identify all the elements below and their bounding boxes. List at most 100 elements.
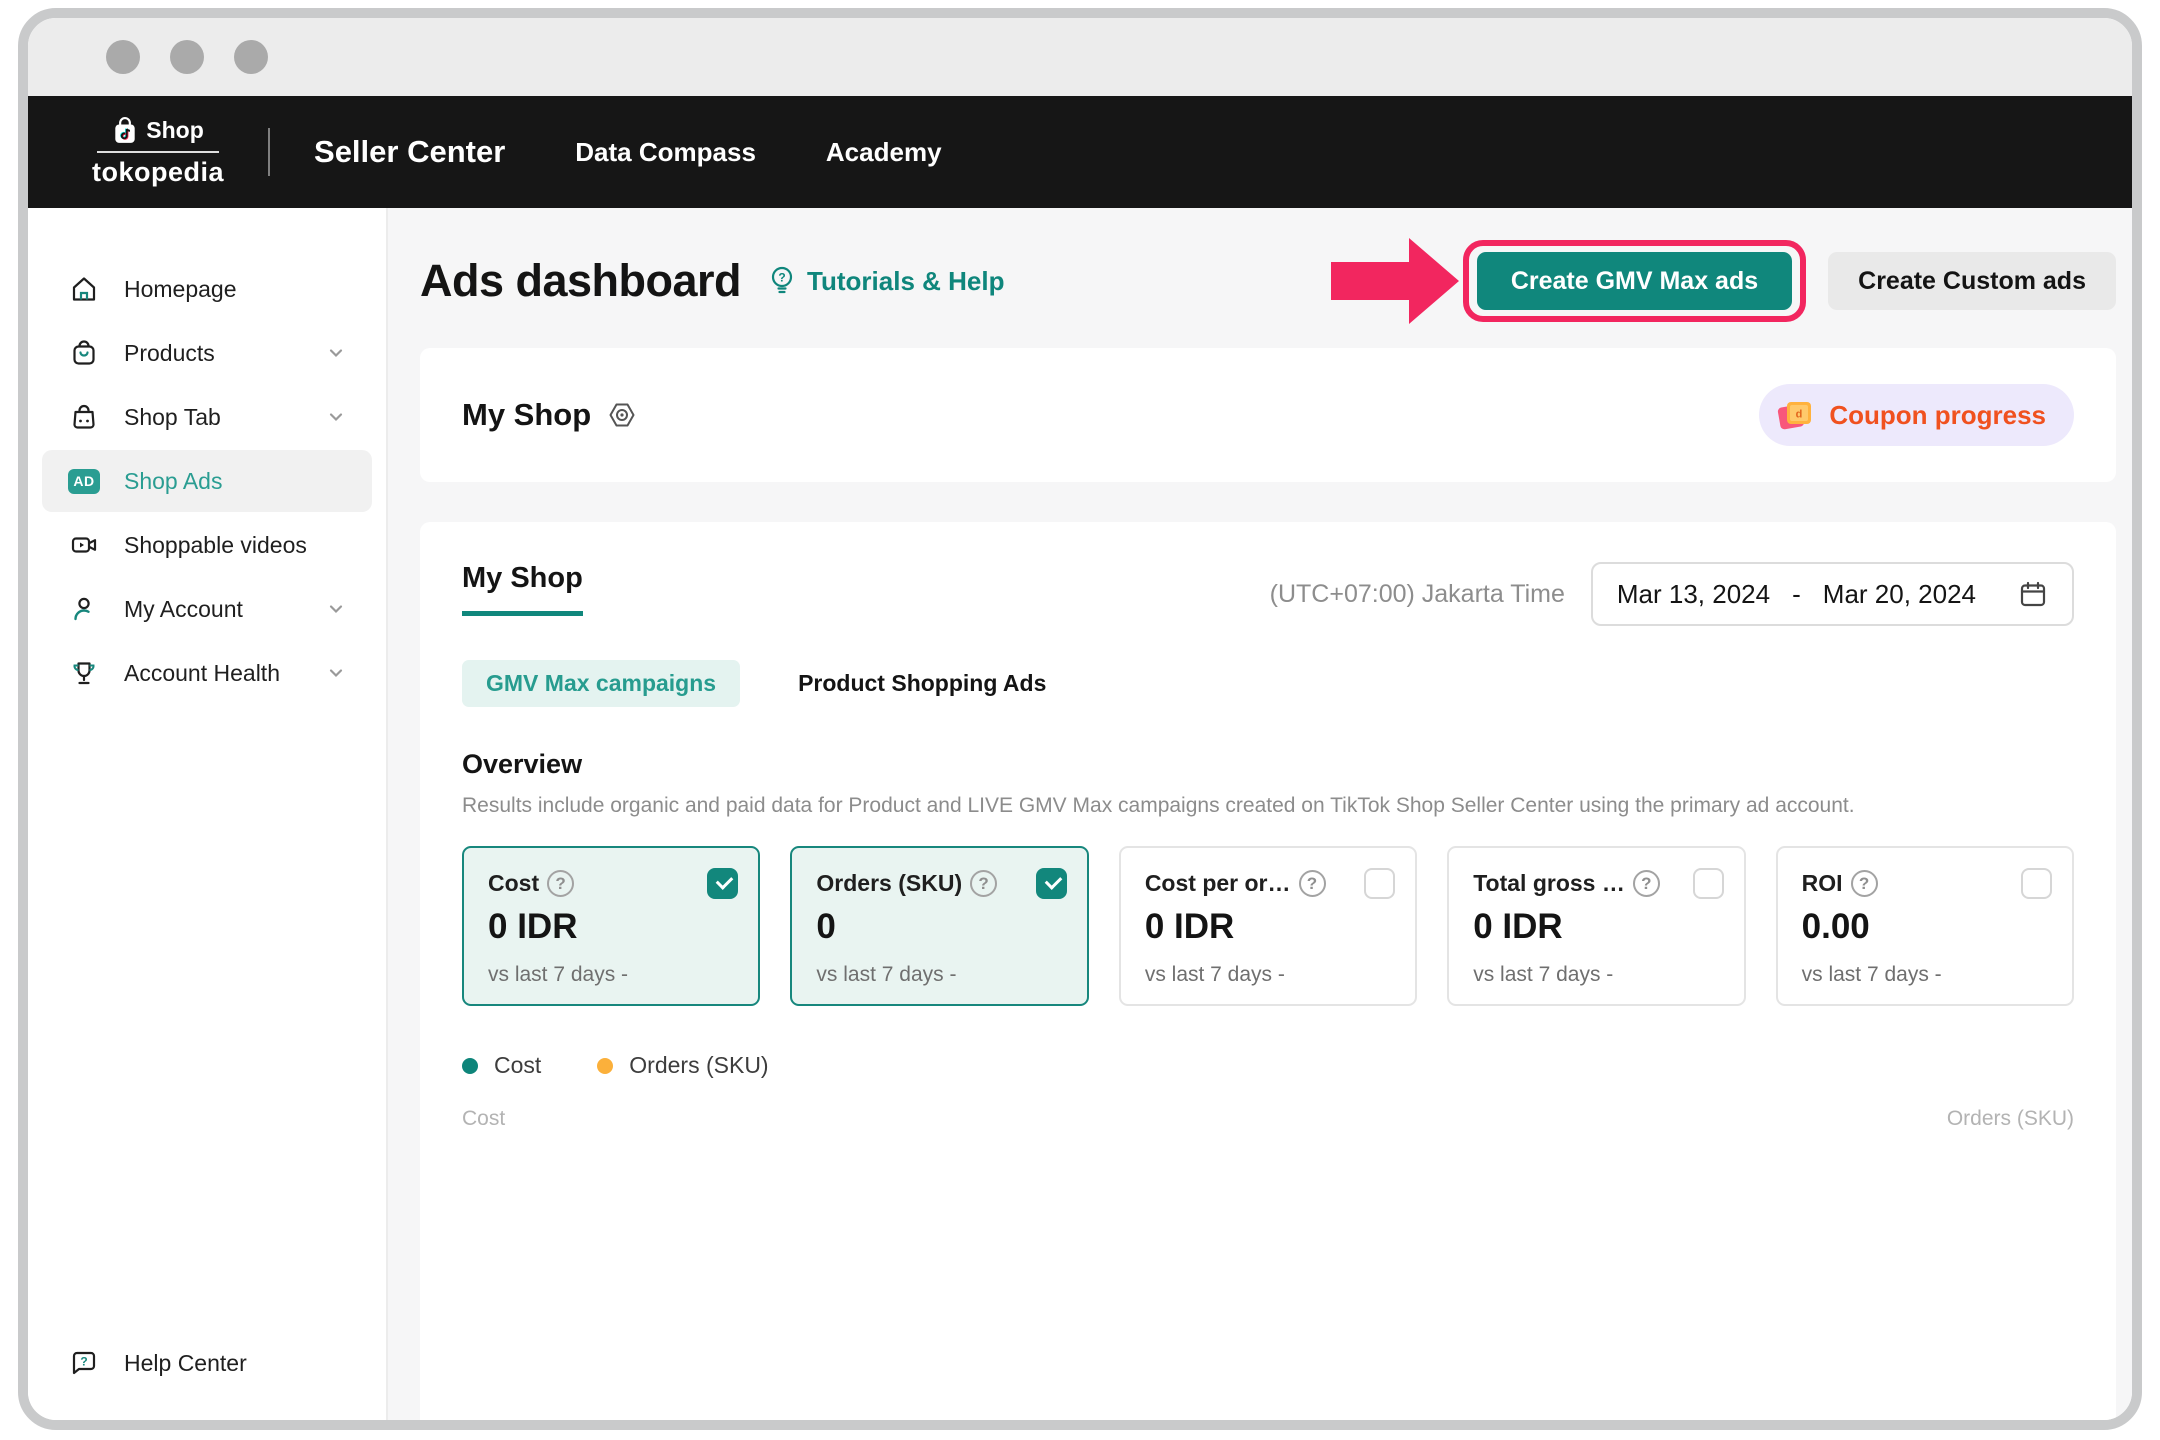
overview-description: Results include organic and paid data fo… <box>462 794 1855 817</box>
sidebar-item-homepage[interactable]: Homepage <box>42 258 372 320</box>
metric-label: Cost per or… <box>1144 870 1291 896</box>
metric-checkbox[interactable] <box>1364 868 1396 899</box>
help-icon[interactable]: ? <box>547 870 575 897</box>
legend-item-orders-sku[interactable]: Orders (SKU) <box>597 1052 769 1079</box>
metric-comparison: vs last 7 days - <box>816 963 957 986</box>
help-icon[interactable]: ? <box>1632 870 1660 897</box>
legend-dot-cost <box>462 1057 478 1074</box>
metric-value: 0.00 <box>1801 907 1870 946</box>
sidebar-item-label: Shop Tab <box>124 403 221 430</box>
create-custom-ads-button[interactable]: Create Custom ads <box>1828 252 2116 310</box>
nav-item-academy[interactable]: Academy <box>826 137 942 168</box>
metric-card-cost[interactable]: Cost ? 0 IDR vs last 7 days - <box>462 846 761 1006</box>
shop-summary-card: My Shop d Coupon progress <box>420 348 2116 482</box>
coupon-progress-button[interactable]: d Coupon progress <box>1759 384 2074 446</box>
window-control-dot[interactable] <box>234 40 268 74</box>
sidebar-item-label: Account Health <box>124 659 280 686</box>
sidebar-item-label: Shoppable videos <box>124 531 307 558</box>
page-title: Ads dashboard <box>420 255 742 306</box>
metric-label: Cost <box>488 870 540 896</box>
coupon-icon: d <box>1775 396 1815 434</box>
top-navbar: Shop tokopedia Seller Center Data Compas… <box>28 96 2132 208</box>
coupon-progress-label: Coupon progress <box>1829 399 2046 430</box>
sidebar-item-shop-tab[interactable]: Shop Tab <box>42 386 372 448</box>
tiktok-shop-tokopedia-logo[interactable]: Shop tokopedia <box>92 116 225 188</box>
logo-brand-text: tokopedia <box>92 156 225 187</box>
lightbulb-help-icon: ? <box>767 265 797 297</box>
sidebar-item-shoppable-videos[interactable]: Shoppable videos <box>42 514 372 576</box>
legend-label: Orders (SKU) <box>629 1052 769 1078</box>
home-icon <box>68 273 100 305</box>
metric-comparison: vs last 7 days - <box>1801 963 1942 986</box>
metric-checkbox[interactable] <box>2021 868 2053 899</box>
sidebar-item-products[interactable]: Products <box>42 322 372 384</box>
calendar-icon <box>2018 579 2048 609</box>
legend-item-cost[interactable]: Cost <box>462 1052 541 1079</box>
tab-product-shopping-ads[interactable]: Product Shopping Ads <box>798 670 1046 697</box>
date-separator: - <box>1792 578 1801 609</box>
chevron-down-icon <box>326 407 346 427</box>
metric-card-roi[interactable]: ROI ? 0.00 vs last 7 days - <box>1775 846 2075 1006</box>
svg-text:?: ? <box>778 271 785 285</box>
person-icon <box>68 593 100 625</box>
help-icon[interactable]: ? <box>970 870 998 897</box>
video-camera-icon <box>68 529 100 561</box>
tab-gmv-max-campaigns[interactable]: GMV Max campaigns <box>462 660 741 707</box>
sidebar-item-label: Homepage <box>124 275 237 302</box>
metric-comparison: vs last 7 days - <box>1144 963 1285 986</box>
legend-label: Cost <box>494 1052 542 1078</box>
main-content: Ads dashboard ? Tutorials & Help Create … <box>388 208 2132 1420</box>
chevron-down-icon <box>326 343 346 363</box>
tab-my-shop[interactable]: My Shop <box>462 562 583 616</box>
overview-heading: Overview <box>462 749 583 779</box>
sidebar-item-account-health[interactable]: Account Health <box>42 642 372 704</box>
help-icon[interactable]: ? <box>1298 870 1326 897</box>
page-header: Ads dashboard ? Tutorials & Help Create … <box>420 238 2116 324</box>
window-control-dot[interactable] <box>106 40 140 74</box>
metric-cards-row: Cost ? 0 IDR vs last 7 days - Orders (SK… <box>462 846 2075 1006</box>
date-range-picker[interactable]: Mar 13, 2024 - Mar 20, 2024 <box>1590 562 2074 626</box>
metric-value: 0 IDR <box>488 907 578 946</box>
tutorials-help-label: Tutorials & Help <box>807 265 1005 296</box>
metric-card-total-gross[interactable]: Total gross … ? 0 IDR vs last 7 days - <box>1447 846 1746 1006</box>
metric-comparison: vs last 7 days - <box>1473 963 1614 986</box>
sidebar-item-help-center[interactable]: ? Help Center <box>42 1332 372 1394</box>
metric-label: Orders (SKU) <box>816 870 963 896</box>
create-gmv-button-wrap: Create GMV Max ads <box>1462 240 1807 322</box>
chart-legend: Cost Orders (SKU) <box>462 1052 2074 1079</box>
sidebar-item-label: My Account <box>124 595 243 622</box>
timezone-label: (UTC+07:00) Jakarta Time <box>1269 579 1565 608</box>
create-gmv-max-ads-button[interactable]: Create GMV Max ads <box>1476 252 1793 310</box>
date-end: Mar 20, 2024 <box>1822 578 1976 609</box>
metric-card-orders-sku[interactable]: Orders (SKU) ? 0 vs last 7 days - <box>790 846 1089 1006</box>
shop-tab-bag-icon <box>68 401 100 433</box>
y-axis-left-label: Cost <box>462 1107 506 1130</box>
nav-item-data-compass[interactable]: Data Compass <box>575 137 756 168</box>
metric-value: 0 <box>816 907 836 946</box>
chart-axis-labels: Cost Orders (SKU) <box>462 1107 2074 1131</box>
metric-label: ROI <box>1801 870 1843 896</box>
nav-item-seller-center[interactable]: Seller Center <box>314 134 505 170</box>
window-control-dot[interactable] <box>170 40 204 74</box>
shop-name: My Shop <box>462 397 592 432</box>
metric-checkbox[interactable] <box>707 868 739 899</box>
metric-comparison: vs last 7 days - <box>488 963 629 986</box>
tutorials-help-link[interactable]: ? Tutorials & Help <box>767 265 1004 297</box>
view-hexagon-eye-icon[interactable] <box>607 400 637 430</box>
app-window: Shop tokopedia Seller Center Data Compas… <box>18 8 2142 1430</box>
chart-plot: 0 0 <box>488 1131 2048 1420</box>
sidebar-item-shop-ads[interactable]: AD Shop Ads <box>42 450 372 512</box>
logo-shop-text: Shop <box>146 117 204 143</box>
y-axis-right-label: Orders (SKU) <box>1946 1107 2074 1130</box>
sidebar-item-label: Products <box>124 339 215 366</box>
help-chat-bubble-icon: ? <box>68 1347 100 1379</box>
window-titlebar <box>28 18 2132 96</box>
metric-value: 0 IDR <box>1144 907 1235 946</box>
metric-checkbox[interactable] <box>1692 868 1724 899</box>
metric-value: 0 IDR <box>1473 907 1563 946</box>
sidebar-item-my-account[interactable]: My Account <box>42 578 372 640</box>
metric-checkbox[interactable] <box>1035 868 1067 899</box>
help-icon[interactable]: ? <box>1850 870 1878 897</box>
metric-card-cost-per-order[interactable]: Cost per or… ? 0 IDR vs last 7 days - <box>1118 846 1418 1006</box>
svg-text:d: d <box>1796 409 1803 421</box>
